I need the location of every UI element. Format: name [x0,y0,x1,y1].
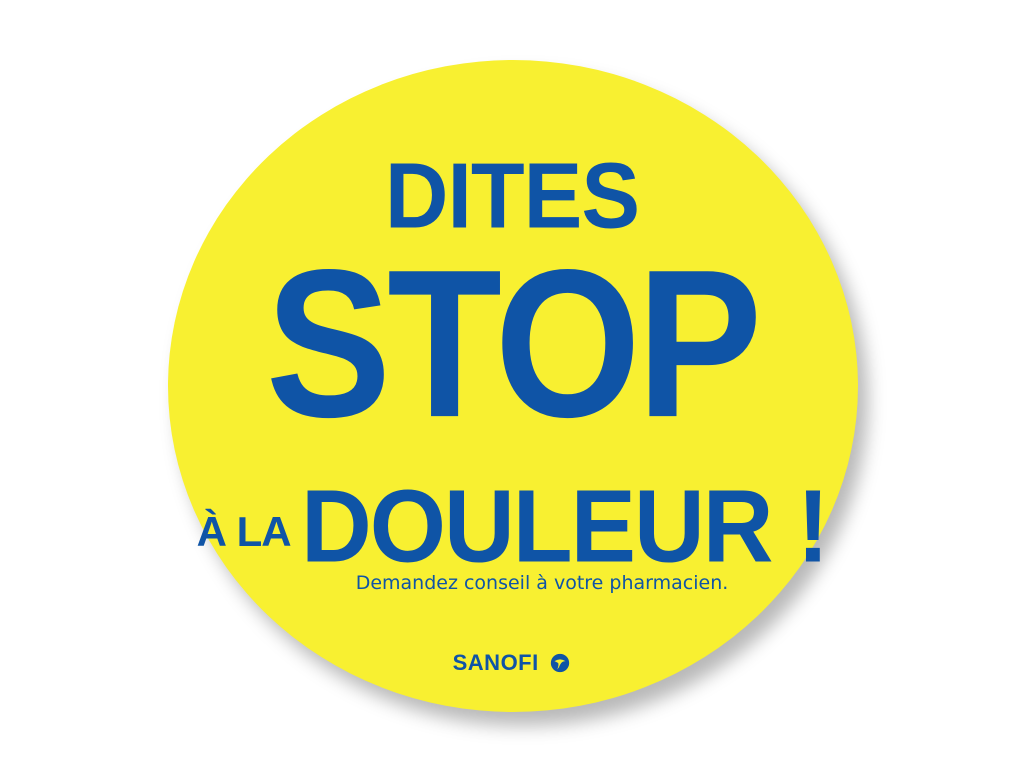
headline-a-la: À LA [196,508,292,555]
brand-name: SANOFI [452,650,539,675]
headline-stop: STOP [265,225,762,461]
headline-douleur: DOULEUR ! [301,468,829,584]
tagline-pharmacien: Demandez conseil à votre pharmacien. [355,572,729,594]
headline-a-la-douleur: À LA DOULEUR ! [0,468,1024,584]
sanofi-logo-icon [551,653,570,673]
brand-logo: SANOFI [0,650,1024,676]
